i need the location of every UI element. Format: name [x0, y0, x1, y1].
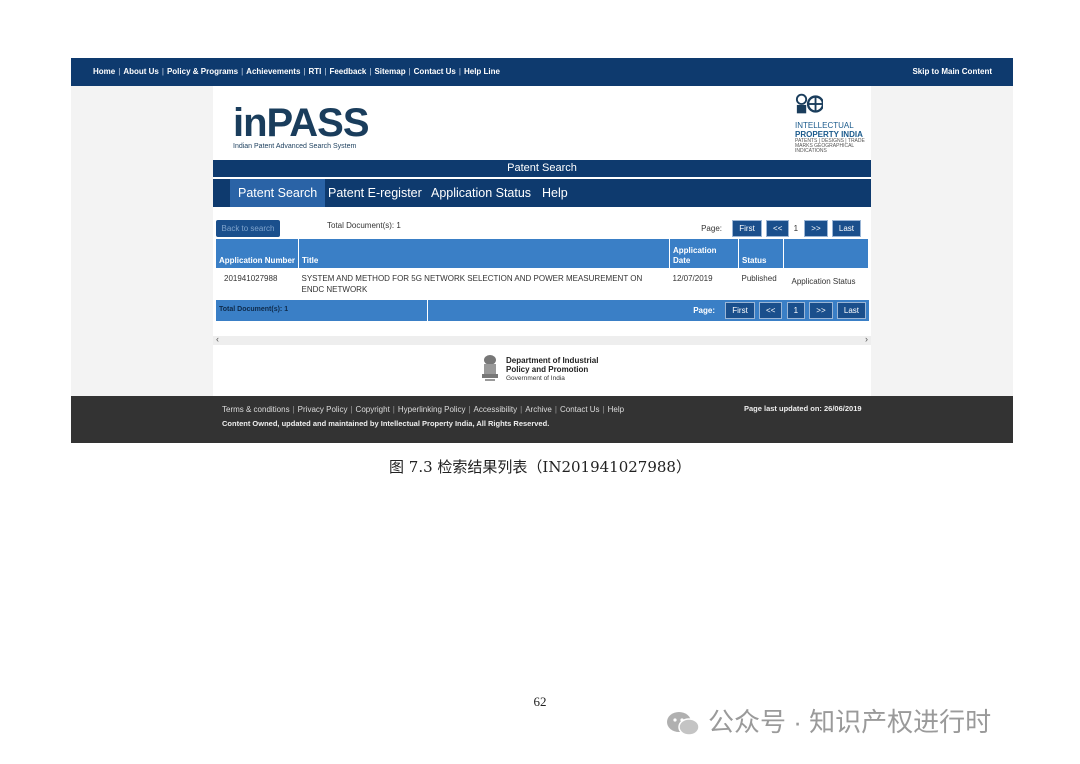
nav-contact-us[interactable]: Contact Us	[414, 67, 456, 76]
footer-last-updated: Page last updated on: 26/06/2019	[744, 404, 862, 413]
nav-about-us[interactable]: About Us	[123, 67, 159, 76]
tab-help[interactable]: Help	[534, 179, 576, 207]
col-application-number[interactable]: Application Number	[216, 239, 299, 268]
wechat-icon	[667, 712, 700, 736]
footer-links: Terms & conditions | Privacy Policy | Copyri…	[222, 405, 625, 414]
nav-achievements[interactable]: Achievements	[246, 67, 300, 76]
page-label: Page:	[701, 224, 722, 233]
logo-subtitle: Indian Patent Advanced Search System	[233, 143, 357, 150]
tab-application-status[interactable]: Application Status	[423, 179, 539, 207]
total-documents: Total Document(s): 1	[327, 221, 401, 230]
footer-help[interactable]: Help	[608, 405, 624, 414]
footer-archive[interactable]: Archive	[525, 405, 552, 414]
watermark-text: 公众号 · 知识产权进行时	[708, 707, 992, 737]
dipp-line3: Government of India	[506, 375, 565, 382]
nav-policy-programs[interactable]: Policy & Programs	[167, 67, 238, 76]
watermark: 公众号 · 知识产权进行时	[666, 702, 991, 739]
first-page-button[interactable]: First	[732, 220, 762, 237]
top-nav-bar: Home | About Us | Policy & Programs | Achievem…	[71, 58, 1013, 86]
footer-contact[interactable]: Contact Us	[560, 405, 600, 414]
current-page-bottom[interactable]: 1	[786, 302, 806, 319]
prev-page-button[interactable]: <<	[766, 220, 790, 237]
col-application-date[interactable]: Application Date	[669, 239, 739, 268]
scroll-left-icon[interactable]: ‹	[216, 334, 219, 344]
footer-total-documents: Total Document(s): 1	[219, 306, 289, 313]
site-footer: Terms & conditions | Privacy Policy | Copyri…	[71, 396, 1013, 443]
table-row: 201941027988 SYSTEM AND METHOD FOR 5G NE…	[216, 268, 869, 301]
national-emblem-icon	[482, 355, 498, 381]
main-content: inPASS Indian Patent Advanced Search Sys…	[213, 86, 871, 396]
skip-to-main-link[interactable]: Skip to Main Content	[912, 67, 992, 76]
col-status[interactable]: Status	[738, 239, 784, 268]
application-status-link[interactable]: Application Status	[784, 268, 869, 301]
logo-text: inPASS	[233, 101, 370, 145]
tab-patent-search[interactable]: Patent Search	[230, 179, 326, 207]
nav-help-line[interactable]: Help Line	[464, 67, 500, 76]
nav-rti[interactable]: RTI	[309, 67, 322, 76]
next-page-button[interactable]: >>	[804, 220, 828, 237]
ip-india-emblem-icon	[795, 93, 825, 114]
figure-caption: 图 7.3 检索结果列表（IN201941027988）	[389, 458, 691, 476]
horizontal-scrollbar[interactable]: ‹ ›	[213, 334, 871, 345]
top-nav-links: Home | About Us | Policy & Programs | Achievem…	[93, 67, 500, 76]
last-page-button-bottom[interactable]: Last	[836, 302, 866, 319]
prev-page-button-bottom[interactable]: <<	[759, 302, 783, 319]
results-table: Application Number Title Application Dat…	[216, 239, 869, 301]
first-page-button-bottom[interactable]: First	[725, 302, 755, 319]
back-to-search-button[interactable]: Back to search	[216, 220, 280, 237]
next-page-button-bottom[interactable]: >>	[809, 302, 833, 319]
tab-patent-e-register[interactable]: Patent E-register	[320, 179, 430, 207]
page-margin-right	[871, 86, 1013, 396]
dipp-line2: Policy and Promotion	[506, 365, 589, 374]
footer-terms[interactable]: Terms & conditions	[222, 405, 290, 414]
ip-india-logo[interactable]: INTELLECTUAL PROPERTY INDIA PATENTS | DE…	[795, 92, 865, 154]
inpass-logo[interactable]: inPASS Indian Patent Advanced Search Sys…	[233, 101, 370, 150]
results-toolbar: Back to search Total Document(s): 1 Page…	[213, 216, 871, 240]
pager-bottom: Page: First << 1 >> Last	[693, 302, 866, 319]
cell-date: 12/07/2019	[672, 274, 713, 283]
nav-feedback[interactable]: Feedback	[329, 67, 366, 76]
section-title-bar: Patent Search	[213, 160, 871, 177]
cell-status: Published	[741, 274, 777, 283]
cell-title: SYSTEM AND METHOD FOR 5G NETWORK SELECTI…	[301, 274, 643, 294]
results-footer-row: Total Document(s): 1 Page: First << 1 >>…	[216, 300, 869, 321]
footer-copyright[interactable]: Copyright	[356, 405, 390, 414]
dipp-line1: Department of Industrial	[506, 356, 599, 365]
pager-top: Page: First << 1 >> Last	[701, 220, 861, 237]
page-margin-left	[71, 86, 213, 396]
footer-privacy[interactable]: Privacy Policy	[298, 405, 348, 414]
col-title[interactable]: Title	[298, 239, 670, 268]
page-label-bottom: Page:	[693, 305, 715, 315]
footer-owned-text: Content Owned, updated and maintained by…	[222, 419, 550, 428]
table-header-row: Application Number Title Application Dat…	[216, 239, 869, 268]
scroll-right-icon[interactable]: ›	[865, 334, 868, 344]
cell-app-number[interactable]: 201941027988	[216, 268, 299, 301]
footer-accessibility[interactable]: Accessibility	[474, 405, 518, 414]
footer-hyperlinking[interactable]: Hyperlinking Policy	[398, 405, 466, 414]
ipi-small: PATENTS | DESIGNS | TRADE MARKS GEOGRAPH…	[795, 138, 865, 154]
col-action	[783, 239, 869, 268]
ipi-line1: INTELLECTUAL	[795, 121, 854, 130]
last-page-button[interactable]: Last	[831, 220, 861, 237]
main-tabs: Patent Search Patent E-register Applicat…	[213, 179, 871, 207]
current-page: 1	[793, 224, 799, 233]
nav-home[interactable]: Home	[93, 67, 115, 76]
footer-divider	[427, 300, 428, 321]
nav-sitemap[interactable]: Sitemap	[374, 67, 405, 76]
